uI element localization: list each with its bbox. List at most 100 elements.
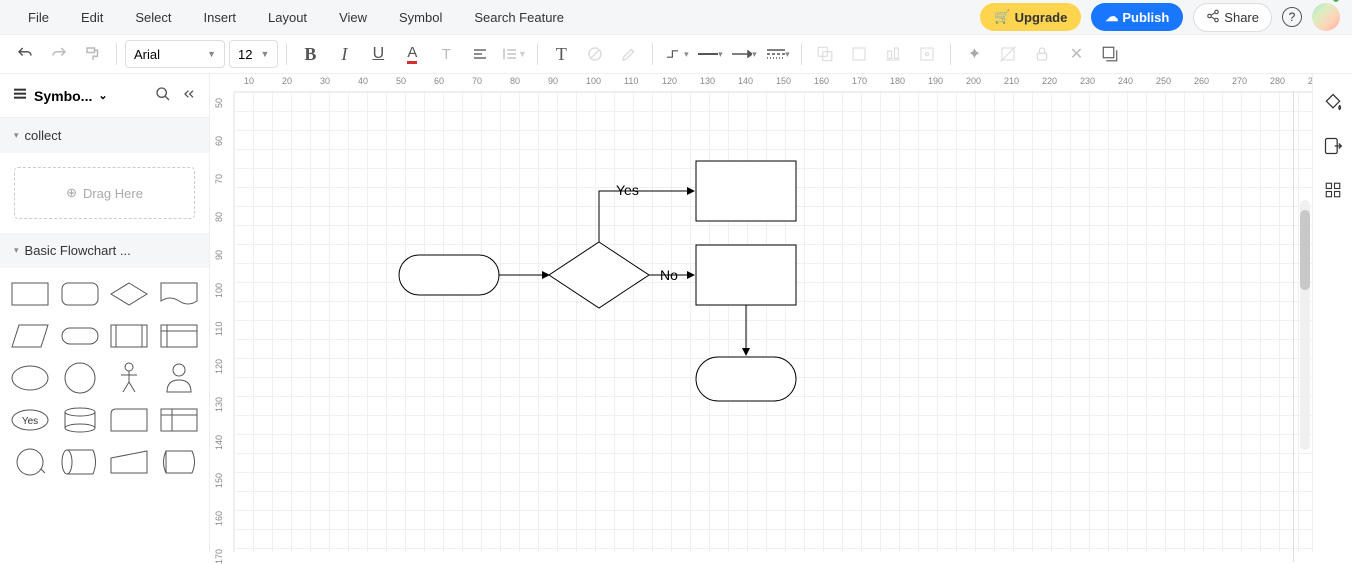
undo-button[interactable] bbox=[10, 39, 40, 69]
chevron-down-icon: ▼ bbox=[207, 49, 216, 59]
shape-manual-input[interactable] bbox=[108, 444, 152, 480]
distribute-button[interactable] bbox=[912, 39, 942, 69]
ruler-horizontal: 1020304050607080901001101201301401501601… bbox=[234, 74, 1312, 92]
shape-predefined[interactable] bbox=[108, 318, 152, 354]
shape-terminator[interactable] bbox=[58, 318, 102, 354]
ruler-tick: 90 bbox=[548, 76, 558, 86]
publish-button[interactable]: ☁ Publish bbox=[1091, 3, 1183, 31]
line-style-button[interactable]: ▾ bbox=[695, 39, 725, 69]
menu-view[interactable]: View bbox=[323, 10, 383, 25]
menu-symbol[interactable]: Symbol bbox=[383, 10, 458, 25]
flow-edge-yes[interactable] bbox=[599, 191, 694, 242]
ruler-tick: 10 bbox=[244, 76, 254, 86]
redo-button[interactable] bbox=[44, 39, 74, 69]
flow-process-yes[interactable] bbox=[696, 161, 796, 221]
chevron-down-icon: ▾ bbox=[14, 130, 19, 141]
lock-button[interactable] bbox=[1027, 39, 1057, 69]
tools-button[interactable]: ✕ bbox=[1061, 39, 1091, 69]
shape-parallelogram[interactable] bbox=[8, 318, 52, 354]
shape-card[interactable] bbox=[108, 402, 152, 438]
menu-select[interactable]: Select bbox=[119, 10, 187, 25]
ungroup-button[interactable] bbox=[844, 39, 874, 69]
shape-connector-circle[interactable] bbox=[8, 444, 52, 480]
format-painter-button[interactable] bbox=[78, 39, 108, 69]
drag-label: Drag Here bbox=[83, 186, 143, 201]
svg-text:Yes: Yes bbox=[22, 416, 38, 427]
grid-icon[interactable] bbox=[1321, 178, 1345, 202]
spacing-button[interactable]: ▼ bbox=[499, 39, 529, 69]
group-button[interactable] bbox=[810, 39, 840, 69]
arrow-style-button[interactable]: ▾ bbox=[729, 39, 759, 69]
shape-ellipse[interactable] bbox=[8, 360, 52, 396]
font-select[interactable]: Arial ▼ bbox=[125, 40, 225, 68]
ruler-tick: 140 bbox=[738, 76, 753, 86]
shape-user[interactable] bbox=[157, 360, 201, 396]
flowchart[interactable]: Yes No bbox=[234, 92, 1294, 562]
highlight-button[interactable] bbox=[614, 39, 644, 69]
menu-layout[interactable]: Layout bbox=[252, 10, 323, 25]
layers-button[interactable] bbox=[1095, 39, 1125, 69]
section-collect[interactable]: ▾ collect bbox=[0, 118, 209, 153]
menu-edit[interactable]: Edit bbox=[65, 10, 119, 25]
menu-file[interactable]: File bbox=[12, 10, 65, 25]
avatar[interactable] bbox=[1312, 3, 1340, 31]
search-icon[interactable] bbox=[155, 86, 171, 105]
no-fill-button[interactable] bbox=[580, 39, 610, 69]
shape-circle[interactable] bbox=[58, 360, 102, 396]
chevron-down-icon: ▼ bbox=[260, 49, 269, 59]
export-icon[interactable] bbox=[1321, 134, 1345, 158]
canvas[interactable]: Yes No bbox=[234, 92, 1312, 552]
shape-rectangle[interactable] bbox=[8, 276, 52, 312]
ruler-tick: 150 bbox=[214, 473, 224, 488]
text-style-button[interactable]: T bbox=[431, 39, 461, 69]
shape-internal-storage[interactable] bbox=[157, 318, 201, 354]
shape-document[interactable] bbox=[157, 276, 201, 312]
ruler-tick: 170 bbox=[214, 549, 224, 564]
drag-zone[interactable]: ⊕ Drag Here bbox=[14, 167, 195, 219]
cloud-icon: ☁ bbox=[1105, 9, 1118, 25]
align-button[interactable] bbox=[465, 39, 495, 69]
shape-rounded-rect[interactable] bbox=[58, 276, 102, 312]
font-color-button[interactable]: A bbox=[397, 39, 427, 69]
shape-cylinder-h[interactable] bbox=[58, 444, 102, 480]
ruler-tick: 50 bbox=[214, 98, 224, 108]
expand-icon[interactable]: ⌄ bbox=[98, 89, 107, 102]
shape-yes-badge[interactable]: Yes bbox=[8, 402, 52, 438]
ruler-tick: 260 bbox=[1194, 76, 1209, 86]
italic-button[interactable]: I bbox=[329, 39, 359, 69]
scrollbar-vertical[interactable] bbox=[1300, 200, 1310, 450]
flow-decision[interactable] bbox=[549, 242, 649, 308]
flow-end[interactable] bbox=[696, 357, 796, 401]
shape-display[interactable] bbox=[157, 444, 201, 480]
flow-start[interactable] bbox=[399, 255, 499, 295]
underline-button[interactable]: U bbox=[363, 39, 393, 69]
text-tool-button[interactable]: T bbox=[546, 39, 576, 69]
share-button[interactable]: Share bbox=[1193, 3, 1272, 32]
flow-process-no[interactable] bbox=[696, 245, 796, 305]
help-icon[interactable]: ? bbox=[1282, 7, 1302, 27]
align-objects-button[interactable] bbox=[878, 39, 908, 69]
section-basic-label: Basic Flowchart ... bbox=[25, 243, 131, 258]
shape-table[interactable] bbox=[157, 402, 201, 438]
line-pattern-button[interactable]: ▾ bbox=[763, 39, 793, 69]
fill-tool-icon[interactable] bbox=[1321, 90, 1345, 114]
ruler-tick: 280 bbox=[1270, 76, 1285, 86]
shape-diamond[interactable] bbox=[108, 276, 152, 312]
scrollbar-thumb[interactable] bbox=[1300, 210, 1310, 290]
section-basic-flowchart[interactable]: ▾ Basic Flowchart ... bbox=[0, 233, 209, 268]
menu-search-feature[interactable]: Search Feature bbox=[458, 10, 580, 25]
font-size-select[interactable]: 12 ▼ bbox=[229, 40, 278, 68]
font-value: Arial bbox=[134, 47, 160, 62]
bold-button[interactable]: B bbox=[295, 39, 325, 69]
ruler-tick: 100 bbox=[586, 76, 601, 86]
crop-button[interactable] bbox=[993, 39, 1023, 69]
shape-person[interactable] bbox=[108, 360, 152, 396]
connector-style-button[interactable]: ▾ bbox=[661, 39, 691, 69]
collapse-panel-icon[interactable] bbox=[181, 86, 197, 105]
upgrade-button[interactable]: 🛒 Upgrade bbox=[980, 3, 1081, 31]
shape-cylinder-v[interactable] bbox=[58, 402, 102, 438]
effects-button[interactable]: ✦ bbox=[959, 39, 989, 69]
ruler-tick: 50 bbox=[396, 76, 406, 86]
ruler-tick: 70 bbox=[472, 76, 482, 86]
menu-insert[interactable]: Insert bbox=[188, 10, 253, 25]
